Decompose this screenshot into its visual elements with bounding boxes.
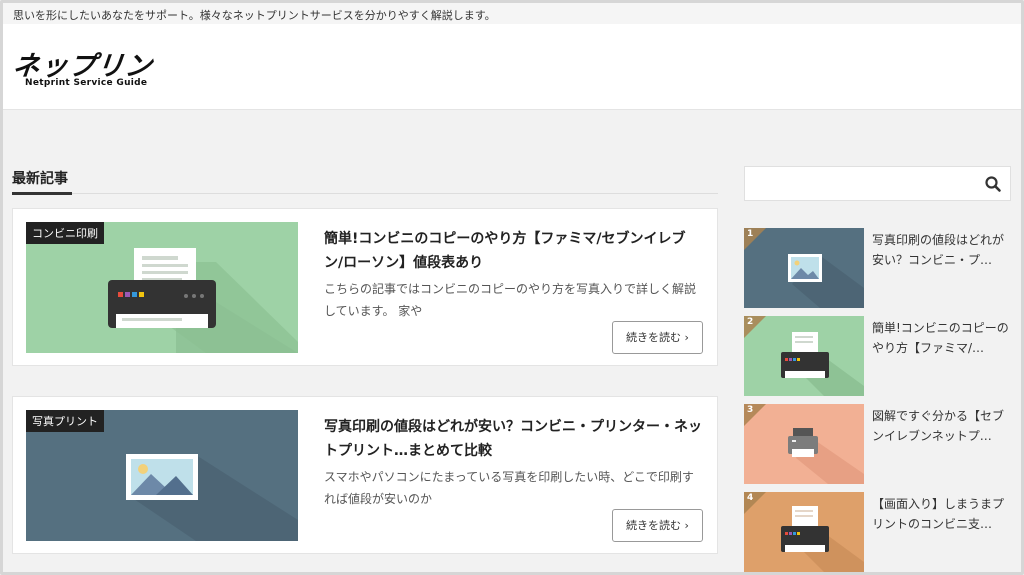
ranking-item[interactable]: 4 【画面入り】しまうまプリントのコンビニ支… <box>744 492 1014 572</box>
section-title: 最新記事 <box>12 171 68 187</box>
rank-number: 1 <box>747 229 754 239</box>
ranking-title[interactable]: 図解ですぐ分かる【セブンイレブンネットプ… <box>872 406 1014 446</box>
site-tagline: 思いを形にしたいあなたをサポート。様々なネットプリントサービスを分かりやすく解説… <box>13 9 496 22</box>
rank-number: 4 <box>747 493 754 503</box>
ranking-title[interactable]: 簡単!コンビニのコピーのやり方【ファミマ/… <box>872 318 1014 358</box>
article-title[interactable]: 簡単!コンビニのコピーのやり方【ファミマ/セブンイレブン/ローソン】値段表あり <box>324 227 704 275</box>
search-box <box>744 166 1011 201</box>
search-input[interactable] <box>745 167 975 200</box>
site-logo[interactable]: ネップリン Netprint Service Guide <box>11 44 173 94</box>
section-divider-accent <box>12 192 72 195</box>
category-label[interactable]: 写真プリント <box>26 410 104 432</box>
article-excerpt: こちらの記事ではコンビニのコピーのやり方を写真入りで詳しく解説しています。 家や <box>324 282 697 318</box>
article-excerpt: スマホやパソコンにたまっている写真を印刷したい時、どこで印刷すれば値段が安いのか <box>324 470 694 506</box>
article-title[interactable]: 写真印刷の値段はどれが安い？コンビニ・プリンター・ネットプリント…まとめて比較 <box>324 415 704 463</box>
site-header: ネップリン Netprint Service Guide <box>3 24 1021 110</box>
ranking-item[interactable]: 1 写真印刷の値段はどれが安い？コンビニ・プ… <box>744 228 1014 308</box>
section-divider <box>12 193 718 194</box>
article-thumbnail[interactable]: 写真プリント <box>26 410 298 541</box>
rank-number: 3 <box>747 405 754 415</box>
ranking-item[interactable]: 3 図解ですぐ分かる【セブンイレブンネットプ… <box>744 404 1014 484</box>
ranking-item[interactable]: 2 簡単!コンビニのコピーのやり方【ファミマ/… <box>744 316 1014 396</box>
article-card[interactable]: コンビニ印刷 簡単!コンビニのコピーのやり方【ファミマ/セブンイレブン/ローソン… <box>12 208 718 366</box>
ranking-title[interactable]: 写真印刷の値段はどれが安い？コンビニ・プ… <box>872 230 1014 270</box>
search-icon[interactable] <box>984 175 1002 193</box>
read-more-button[interactable]: 続きを読む › <box>612 321 703 354</box>
ranking-thumbnail[interactable]: 4 <box>744 492 864 572</box>
ranking-title[interactable]: 【画面入り】しまうまプリントのコンビニ支… <box>872 494 1014 534</box>
rank-number: 2 <box>747 317 754 327</box>
logo-subtitle: Netprint Service Guide <box>25 78 148 88</box>
tagline-bar: 思いを形にしたいあなたをサポート。様々なネットプリントサービスを分かりやすく解説… <box>3 3 1021 24</box>
category-label[interactable]: コンビニ印刷 <box>26 222 104 244</box>
article-thumbnail[interactable]: コンビニ印刷 <box>26 222 298 353</box>
read-more-button[interactable]: 続きを読む › <box>612 509 703 542</box>
ranking-thumbnail[interactable]: 2 <box>744 316 864 396</box>
ranking-thumbnail[interactable]: 1 <box>744 228 864 308</box>
article-card[interactable]: 写真プリント 写真印刷の値段はどれが安い？コンビニ・プリンター・ネットプリント…… <box>12 396 718 554</box>
ranking-thumbnail[interactable]: 3 <box>744 404 864 484</box>
